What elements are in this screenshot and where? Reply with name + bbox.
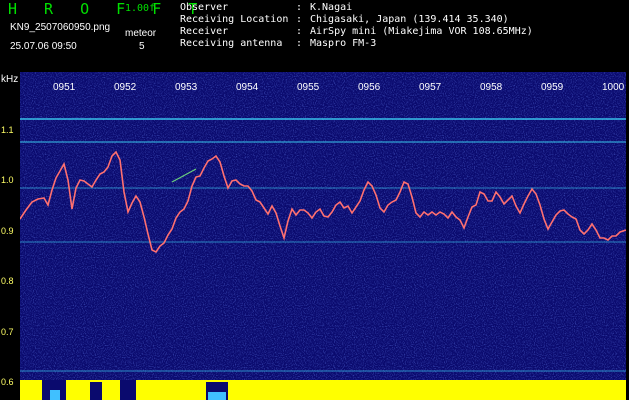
file-name: KN9_2507060950.png	[10, 22, 111, 33]
info-key: Receiver	[180, 26, 229, 37]
info-row-observer: Observer: K.Nagai	[180, 2, 352, 13]
info-value: K.Nagai	[310, 2, 353, 13]
info-key: Receiving antenna	[180, 38, 283, 49]
y-tick-label: 1.1	[1, 125, 14, 135]
info-value: Chigasaki, Japan (139.414 35.340)	[310, 14, 509, 25]
signal-level-dip	[208, 392, 226, 400]
app-version: 1.00f	[125, 3, 156, 14]
x-tick-label: 0957	[419, 82, 442, 93]
signal-level-dip	[50, 390, 60, 400]
y-tick-label: 0.8	[1, 276, 14, 286]
signal-level-dip	[90, 382, 102, 400]
app-title: H R O F F T	[8, 0, 207, 18]
info-row-location: Receiving Location: Chigasaki, Japan (139…	[180, 14, 509, 25]
info-separator: :	[296, 38, 303, 49]
y-tick-label: 0.6	[1, 377, 14, 387]
info-key: Receiving Location	[180, 14, 289, 25]
x-tick-label: 0959	[541, 82, 564, 93]
y-axis: kHz 1.1 1.0 0.9 0.8 0.7 0.6	[0, 72, 20, 400]
signal-level-bar	[20, 380, 626, 400]
timestamp: 25.07.06 09:50	[10, 41, 77, 52]
info-separator: :	[296, 14, 303, 25]
meteor-label: meteor	[125, 28, 157, 39]
meteor-count: 5	[139, 41, 145, 52]
y-tick-label: 1.0	[1, 175, 14, 185]
x-tick-label: 1000	[602, 82, 625, 93]
header-panel: H R O F F T 1.00f KN9_2507060950.png 25.…	[0, 0, 629, 72]
info-separator: :	[296, 26, 303, 37]
x-tick-label: 0953	[175, 82, 198, 93]
x-tick-label: 0952	[114, 82, 137, 93]
x-tick-label: 0955	[297, 82, 320, 93]
x-tick-label: 0958	[480, 82, 503, 93]
spectrogram-noise	[20, 72, 626, 400]
info-separator: :	[296, 2, 303, 13]
info-value: AirSpy mini (Miakejima VOR 108.65MHz)	[310, 26, 533, 37]
y-tick-label: 0.7	[1, 327, 14, 337]
info-value: Maspro FM-3	[310, 38, 377, 49]
signal-level-dip	[120, 380, 136, 400]
y-axis-unit: kHz	[1, 74, 19, 85]
x-tick-label: 0951	[53, 82, 76, 93]
info-row-antenna: Receiving antenna: Maspro FM-3	[180, 38, 376, 49]
y-tick-label: 0.9	[1, 226, 14, 236]
x-tick-label: 0954	[236, 82, 259, 93]
spectrogram-plot: 0951 0952 0953 0954 0955 0956 0957 0958 …	[20, 72, 626, 400]
info-key: Observer	[180, 2, 229, 13]
info-row-receiver: Receiver: AirSpy mini (Miakejima VOR 108.…	[180, 26, 533, 37]
x-tick-label: 0956	[358, 82, 381, 93]
